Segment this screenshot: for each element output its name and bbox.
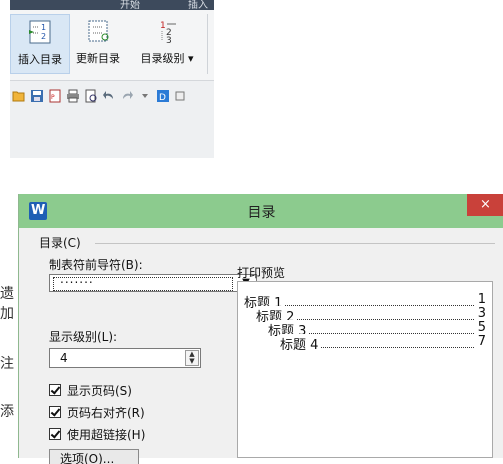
close-icon: × xyxy=(480,197,491,212)
options-button-label: 选项(O)... xyxy=(60,452,115,464)
insert-toc-button[interactable]: 1 2 插入目录 xyxy=(10,14,70,74)
preview-label: 打印预览 xyxy=(237,266,286,280)
background-text-fragment: 加 xyxy=(0,306,14,322)
redo-icon[interactable] xyxy=(120,89,134,103)
save-icon[interactable] xyxy=(30,89,44,103)
background-text-fragment: 遗 xyxy=(0,286,14,302)
ribbon-tab-strip: 开始 插入 xyxy=(10,0,214,10)
toc-dialog: W 目录 × 目录(C) 制表符前导符(B): ....... ▼ 显示级别(L… xyxy=(18,194,503,464)
toc-level-icon: 1 2 3 xyxy=(160,21,176,44)
checkbox-checked-icon[interactable] xyxy=(49,428,61,440)
group-divider xyxy=(95,243,495,244)
svg-text:1: 1 xyxy=(160,21,166,31)
qat-dropdown-icon[interactable] xyxy=(138,89,152,103)
dialog-title: 目录 xyxy=(247,205,276,221)
level-label: 显示级别(L): xyxy=(49,330,118,344)
background-text-fragment: 添 xyxy=(0,404,14,420)
leader-select[interactable]: ....... ▼ xyxy=(49,272,257,292)
level-value: 4 xyxy=(60,351,68,365)
close-button[interactable]: × xyxy=(467,194,503,216)
dialog-titlebar[interactable]: W 目录 × xyxy=(19,194,503,228)
quick-access-toolbar: P D xyxy=(10,86,214,108)
insert-toc-icon: 1 2 xyxy=(29,20,51,44)
leader-label: 制表符前导符(B): xyxy=(49,258,143,272)
svg-text:3: 3 xyxy=(166,36,172,44)
spin-down-icon[interactable]: ▼ xyxy=(186,358,198,365)
toc-entry: 标题 4 7 xyxy=(280,334,486,353)
insert-toc-label: 插入目录 xyxy=(18,53,62,66)
level-stepper[interactable]: 4 ▲ ▼ xyxy=(49,348,201,368)
print-icon[interactable] xyxy=(66,89,80,103)
checkbox-checked-icon[interactable] xyxy=(49,384,61,396)
svg-text:2: 2 xyxy=(41,32,46,41)
undo-icon[interactable] xyxy=(102,89,116,103)
update-toc-button[interactable]: 更新目录 xyxy=(70,18,126,66)
update-toc-label: 更新目录 xyxy=(76,52,120,65)
format-painter-icon[interactable]: D xyxy=(156,89,170,103)
toc-level-label: 目录级别 ▾ xyxy=(140,52,194,65)
tab-insert[interactable]: 插入 xyxy=(188,0,208,10)
open-folder-icon[interactable] xyxy=(12,89,26,103)
print-preview-pane: 标题 1 1 标题 2 3 标题 3 5 标题 4 7 xyxy=(237,281,493,458)
update-toc-icon xyxy=(88,20,109,42)
svg-text:D: D xyxy=(159,93,166,103)
more-tools-icon[interactable] xyxy=(174,89,188,103)
print-preview-icon[interactable] xyxy=(84,89,98,103)
spin-buttons[interactable]: ▲ ▼ xyxy=(185,350,199,366)
ribbon-separator xyxy=(207,14,208,74)
export-pdf-icon[interactable]: P xyxy=(48,89,62,103)
svg-text:P: P xyxy=(51,94,55,101)
options-button[interactable]: 选项(O)... xyxy=(49,449,139,464)
tab-home[interactable]: 开始 xyxy=(120,0,140,10)
checkbox-label: 显示页码(S) xyxy=(67,384,132,398)
checkbox-label: 使用超链接(H) xyxy=(67,428,146,442)
ribbon-panel-references: 1 2 插入目录 更新目录 1 2 3 目录级别 ▾ xyxy=(10,10,214,81)
checkbox-label: 页码右对齐(R) xyxy=(67,406,145,420)
ribbon: 1 2 插入目录 更新目录 1 2 3 目录级别 ▾ P D xyxy=(10,10,214,158)
svg-text:1: 1 xyxy=(41,23,46,32)
background-text-fragment: 注 xyxy=(0,356,14,372)
checkbox-checked-icon[interactable] xyxy=(49,406,61,418)
leader-value: ....... xyxy=(60,272,94,286)
toc-group-label: 目录(C) xyxy=(39,236,81,250)
toc-level-dropdown[interactable]: 1 2 3 目录级别 ▾ xyxy=(130,18,204,66)
